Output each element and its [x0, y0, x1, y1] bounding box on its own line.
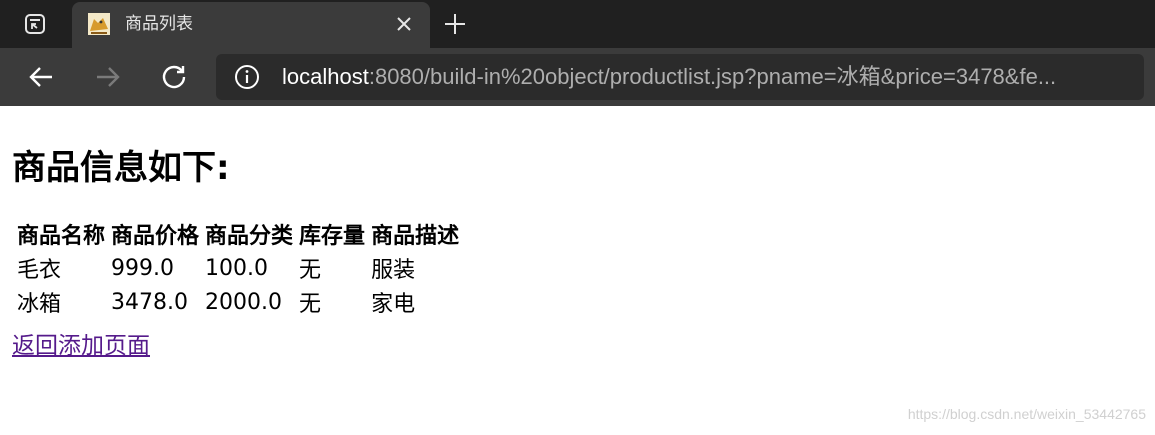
table-cell: 3478.0	[111, 289, 188, 315]
page-heading: 商品信息如下:	[12, 148, 230, 188]
close-tab-icon[interactable]	[394, 14, 414, 34]
product-table: 商品名称 商品价格 商品分类 库存量 商品描述 毛衣 999.0 100.0 无…	[12, 216, 464, 320]
address-bar[interactable]: localhost:8080/build-in%20object/product…	[216, 54, 1144, 100]
table-cell: 服装	[371, 258, 416, 283]
tab-title: 商品列表	[125, 14, 193, 34]
url-text[interactable]: localhost:8080/build-in%20object/product…	[282, 63, 1056, 91]
tomcat-favicon-icon	[88, 13, 110, 35]
new-tab-icon[interactable]	[443, 12, 467, 36]
table-cell: 2000.0	[205, 289, 283, 315]
tab-actions-button[interactable]	[0, 0, 70, 48]
table-row: 毛衣 999.0 100.0 无 服装	[16, 252, 460, 284]
tab-bar: 商品列表	[0, 0, 1155, 48]
back-button[interactable]	[25, 61, 57, 93]
watermark: https://blog.csdn.net/weixin_53442765	[907, 406, 1146, 422]
column-header: 商品价格	[111, 224, 200, 249]
url-path: :8080/build-in%20object/productlist.jsp?…	[368, 64, 1057, 89]
forward-arrow-icon	[97, 67, 120, 87]
reload-icon	[162, 65, 186, 89]
info-icon[interactable]	[234, 64, 260, 90]
table-cell: 家电	[371, 292, 416, 317]
column-header: 商品分类	[205, 224, 294, 249]
table-cell: 无	[299, 292, 322, 317]
table-cell: 无	[299, 258, 322, 283]
table-header-row: 商品名称 商品价格 商品分类 库存量 商品描述	[16, 218, 460, 250]
browser-toolbar: localhost:8080/build-in%20object/product…	[0, 48, 1155, 106]
table-cell: 毛衣	[17, 258, 62, 283]
url-host: localhost	[282, 64, 369, 89]
back-to-add-page-link[interactable]: 返回添加页面	[12, 326, 150, 360]
column-header: 商品名称	[17, 224, 106, 249]
reload-button[interactable]	[158, 61, 190, 93]
tab-actions-icon	[25, 14, 45, 34]
back-arrow-icon	[29, 67, 52, 87]
column-header: 商品描述	[371, 224, 460, 249]
page-content: 商品信息如下: 商品名称 商品价格 商品分类 库存量 商品描述 毛衣 999.0…	[0, 106, 1155, 435]
table-cell: 冰箱	[17, 292, 62, 317]
tab-active[interactable]: 商品列表	[72, 2, 430, 48]
forward-button[interactable]	[92, 61, 124, 93]
table-row: 冰箱 3478.0 2000.0 无 家电	[16, 286, 460, 318]
table-cell: 100.0	[205, 255, 269, 281]
column-header: 库存量	[299, 224, 366, 249]
table-cell: 999.0	[111, 255, 174, 281]
